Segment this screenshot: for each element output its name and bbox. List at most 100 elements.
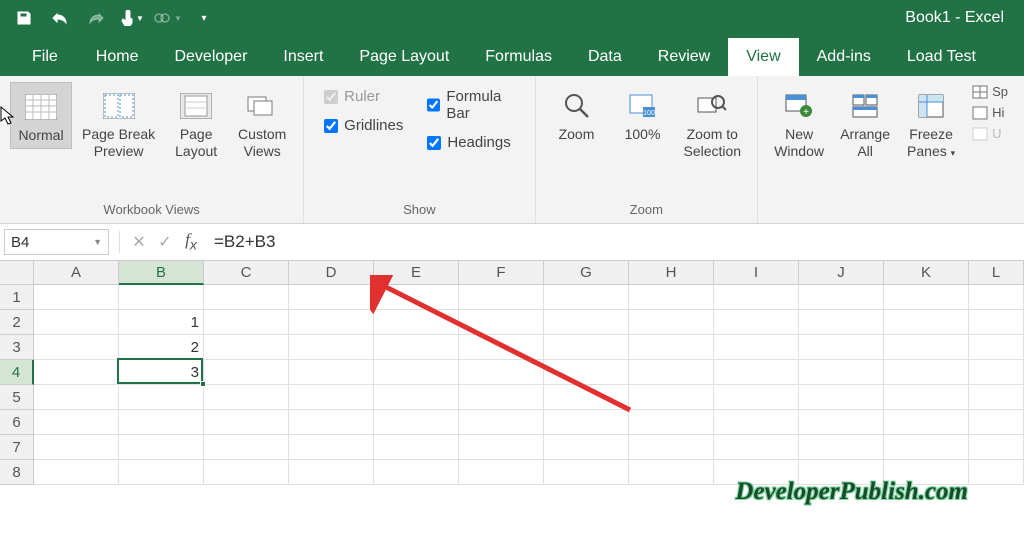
cell[interactable]	[714, 335, 799, 360]
qat-customize-icon[interactable]: ▾	[188, 4, 220, 32]
cell-B3[interactable]: 2	[119, 335, 204, 360]
new-window-button[interactable]: + New Window	[768, 82, 830, 164]
cell[interactable]	[884, 310, 969, 335]
cell[interactable]	[799, 310, 884, 335]
touch-mode-icon[interactable]: ▼	[116, 4, 148, 32]
cell[interactable]	[204, 385, 289, 410]
cell[interactable]	[289, 360, 374, 385]
cell[interactable]	[714, 385, 799, 410]
cell[interactable]	[34, 285, 119, 310]
tab-developer[interactable]: Developer	[156, 38, 265, 76]
cell[interactable]	[714, 410, 799, 435]
zoom-to-selection-button[interactable]: Zoom to Selection	[678, 82, 748, 164]
fill-handle[interactable]	[200, 381, 206, 387]
cell[interactable]	[714, 435, 799, 460]
cell[interactable]	[884, 385, 969, 410]
cell[interactable]	[969, 460, 1024, 485]
cell[interactable]	[374, 335, 459, 360]
cell[interactable]	[289, 435, 374, 460]
cell[interactable]	[799, 385, 884, 410]
cell[interactable]	[714, 310, 799, 335]
headings-checkbox[interactable]: Headings	[427, 134, 514, 151]
cell[interactable]	[204, 460, 289, 485]
cell[interactable]	[459, 335, 544, 360]
cell[interactable]	[714, 360, 799, 385]
col-header[interactable]: J	[799, 261, 884, 285]
addin-icon[interactable]: ▼	[152, 4, 184, 32]
row-header[interactable]: 7	[0, 435, 34, 460]
arrange-all-button[interactable]: Arrange All	[834, 82, 896, 164]
cell[interactable]	[374, 385, 459, 410]
cell[interactable]	[34, 385, 119, 410]
tab-insert[interactable]: Insert	[265, 38, 341, 76]
cell[interactable]	[204, 310, 289, 335]
cell[interactable]	[34, 360, 119, 385]
cell[interactable]	[544, 360, 629, 385]
page-layout-button[interactable]: Page Layout	[165, 82, 227, 164]
row-header[interactable]: 1	[0, 285, 34, 310]
cell[interactable]	[544, 410, 629, 435]
tab-data[interactable]: Data	[570, 38, 640, 76]
tab-review[interactable]: Review	[640, 38, 728, 76]
col-header[interactable]: E	[374, 261, 459, 285]
cell[interactable]	[544, 310, 629, 335]
zoom-button[interactable]: Zoom	[546, 82, 608, 147]
cell[interactable]	[204, 410, 289, 435]
cell[interactable]	[459, 360, 544, 385]
save-icon[interactable]	[8, 4, 40, 32]
cell[interactable]	[884, 360, 969, 385]
cell[interactable]	[289, 310, 374, 335]
cells-area[interactable]: 1 2 3	[34, 285, 1024, 485]
cell[interactable]	[119, 410, 204, 435]
cell[interactable]	[544, 285, 629, 310]
cell[interactable]	[459, 385, 544, 410]
cell[interactable]	[629, 410, 714, 435]
tab-formulas[interactable]: Formulas	[467, 38, 570, 76]
cell[interactable]	[374, 410, 459, 435]
cell[interactable]	[799, 335, 884, 360]
cell[interactable]	[544, 385, 629, 410]
cell[interactable]	[629, 285, 714, 310]
cell[interactable]	[629, 460, 714, 485]
cell[interactable]	[969, 385, 1024, 410]
cell[interactable]	[119, 385, 204, 410]
cancel-formula-button[interactable]: ✕	[126, 229, 152, 255]
cell[interactable]	[34, 310, 119, 335]
normal-view-button[interactable]: Normal	[10, 82, 72, 149]
cell[interactable]	[629, 435, 714, 460]
select-all-corner[interactable]	[0, 261, 34, 285]
undo-icon[interactable]	[44, 4, 76, 32]
cell[interactable]	[374, 435, 459, 460]
cell-B4[interactable]: 3	[119, 360, 204, 385]
cell[interactable]	[799, 410, 884, 435]
tab-home[interactable]: Home	[78, 38, 157, 76]
cell[interactable]	[629, 385, 714, 410]
cell[interactable]	[884, 410, 969, 435]
cell[interactable]	[204, 435, 289, 460]
cell[interactable]	[34, 335, 119, 360]
gridlines-checkbox[interactable]: Gridlines	[324, 117, 403, 134]
cell[interactable]	[374, 360, 459, 385]
cell[interactable]	[289, 285, 374, 310]
cell[interactable]	[544, 435, 629, 460]
page-break-preview-button[interactable]: Page Break Preview	[76, 82, 161, 164]
row-header[interactable]: 8	[0, 460, 34, 485]
col-header[interactable]: G	[544, 261, 629, 285]
col-header[interactable]: F	[459, 261, 544, 285]
col-header[interactable]: K	[884, 261, 969, 285]
redo-icon[interactable]	[80, 4, 112, 32]
cell[interactable]	[34, 435, 119, 460]
cell[interactable]	[884, 285, 969, 310]
formula-input[interactable]: =B2+B3	[204, 232, 1024, 252]
hide-button[interactable]: Hi	[972, 105, 1008, 120]
cell[interactable]	[289, 335, 374, 360]
col-header[interactable]: A	[34, 261, 119, 285]
cell[interactable]	[119, 435, 204, 460]
row-header[interactable]: 5	[0, 385, 34, 410]
fx-icon[interactable]: fx	[178, 229, 204, 255]
row-header[interactable]: 6	[0, 410, 34, 435]
cell[interactable]	[289, 460, 374, 485]
tab-view[interactable]: View	[728, 38, 798, 76]
row-header[interactable]: 4	[0, 360, 34, 385]
row-header[interactable]: 3	[0, 335, 34, 360]
